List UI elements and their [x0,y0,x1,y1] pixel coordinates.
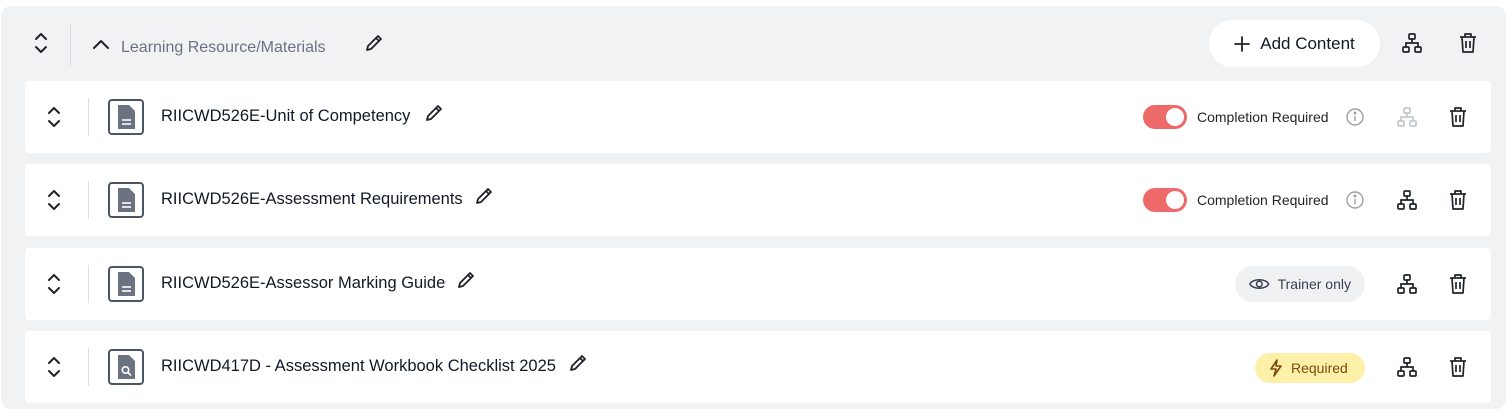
document-icon [108,266,144,302]
divider [88,265,89,303]
content-row: RIICWD526E-Assessor Marking Guide Traine… [25,248,1491,320]
search-document-icon [108,349,144,385]
trash-icon[interactable] [1443,185,1473,215]
completion-required-label: Completion Required [1197,109,1329,125]
hierarchy-icon[interactable] [1392,352,1422,382]
add-content-button[interactable]: Add Content [1209,20,1380,67]
edit-pencil-icon[interactable] [563,348,593,378]
completion-required-label: Completion Required [1197,192,1329,208]
chevron-up-icon[interactable] [90,33,112,55]
content-title: RIICWD526E-Assessment Requirements [161,190,463,208]
drag-reorder-icon[interactable] [39,185,69,215]
trash-icon[interactable] [1443,352,1473,382]
document-icon [108,182,144,218]
section-title: Learning Resource/Materials [121,39,326,56]
hierarchy-icon[interactable] [1392,269,1422,299]
trash-icon[interactable] [1443,269,1473,299]
content-row: RIICWD526E-Unit of Competency Completion… [25,81,1491,153]
content-row: RIICWD526E-Assessment Requirements Compl… [25,164,1491,236]
eye-icon [1249,279,1270,289]
content-row: RIICWD417D - Assessment Workbook Checkli… [25,331,1491,403]
divider [88,181,89,219]
content-title: RIICWD526E-Assessor Marking Guide [161,274,446,292]
lightning-icon [1270,359,1282,377]
add-content-label: Add Content [1260,33,1355,53]
required-label: Required [1291,360,1348,376]
trainer-only-label: Trainer only [1277,276,1351,292]
trash-icon[interactable] [1453,28,1483,58]
hierarchy-icon[interactable] [1397,28,1427,58]
edit-pencil-icon[interactable] [359,28,389,58]
drag-reorder-icon[interactable] [39,102,69,132]
content-title: RIICWD417D - Assessment Workbook Checkli… [161,357,556,375]
divider [70,24,71,66]
drag-reorder-icon[interactable] [26,28,56,58]
trainer-only-badge: Trainer only [1235,266,1365,302]
info-icon[interactable] [1340,185,1370,215]
trash-icon[interactable] [1443,102,1473,132]
completion-required-toggle[interactable] [1143,188,1187,212]
learning-resources-section: Learning Resource/Materials Add Content [1,6,1506,409]
edit-pencil-icon[interactable] [451,265,481,295]
drag-reorder-icon[interactable] [39,352,69,382]
hierarchy-icon [1392,102,1422,132]
completion-required-toggle[interactable] [1143,105,1187,129]
divider [88,348,89,386]
hierarchy-icon[interactable] [1392,185,1422,215]
edit-pencil-icon[interactable] [419,98,449,128]
drag-reorder-icon[interactable] [39,269,69,299]
edit-pencil-icon[interactable] [469,181,499,211]
required-badge: Required [1255,353,1365,383]
document-icon [108,99,144,135]
plus-icon [1234,35,1251,52]
content-title: RIICWD526E-Unit of Competency [161,107,411,125]
divider [88,98,89,136]
info-icon[interactable] [1340,102,1370,132]
